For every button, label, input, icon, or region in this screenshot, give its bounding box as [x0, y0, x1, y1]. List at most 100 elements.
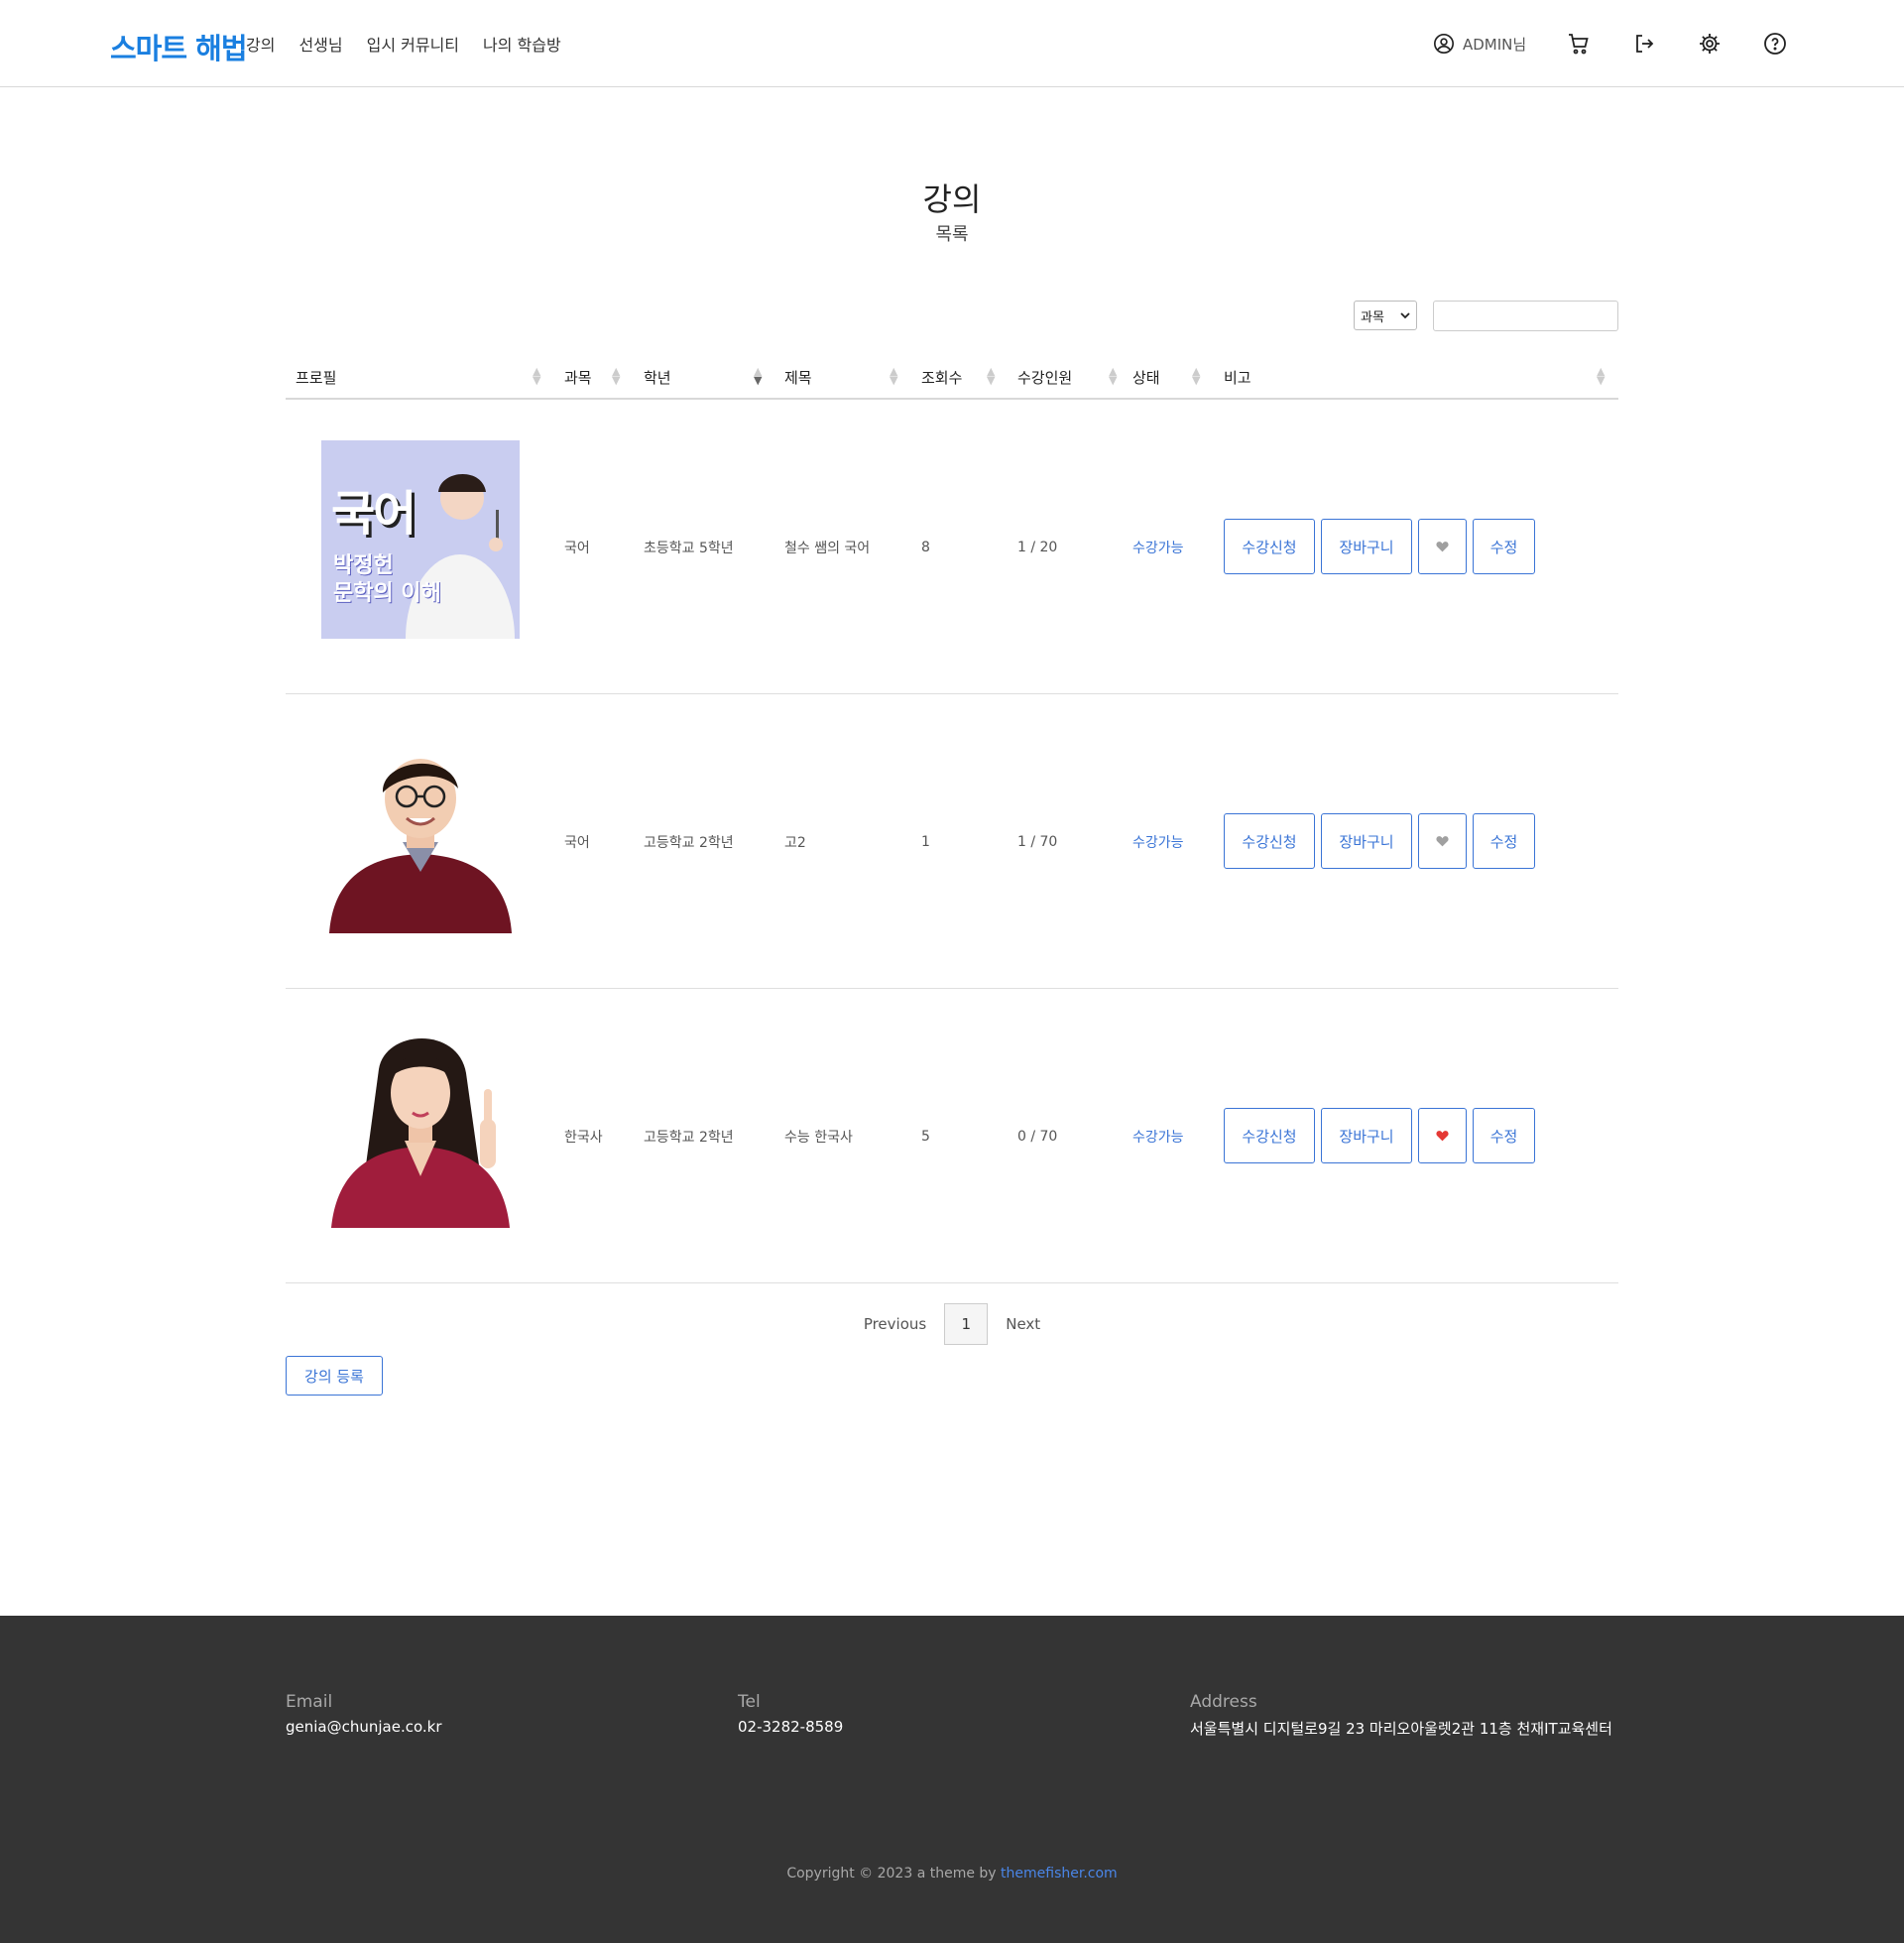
cell-grade: 초등학교 5학년	[644, 540, 734, 556]
previous-page-button[interactable]: Previous	[864, 1315, 926, 1333]
column-header-grade[interactable]: 학년	[644, 367, 671, 388]
add-to-cart-button[interactable]: 장바구니	[1321, 813, 1412, 869]
cell-title: 고2	[784, 834, 806, 851]
cell-grade: 고등학교 2학년	[644, 1129, 734, 1146]
sort-icon[interactable]: ▲ ▼	[533, 366, 540, 386]
sort-icon[interactable]: ▲ ▼	[1192, 366, 1200, 386]
search-filter-select[interactable]: 과목	[1354, 301, 1417, 330]
search-input[interactable]	[1433, 301, 1618, 331]
themefisher-link[interactable]: themefisher.com	[1001, 1866, 1118, 1882]
footer: Email genia@chunjae.co.kr Tel 02-3282-85…	[0, 1616, 1904, 1943]
settings-button[interactable]	[1697, 31, 1723, 57]
edit-button[interactable]: 수정	[1473, 813, 1535, 869]
page-subtitle: 목록	[935, 224, 969, 245]
sort-icon[interactable]: ▲ ▼	[987, 366, 995, 386]
search-filter-value: 과목	[1361, 309, 1384, 325]
like-button[interactable]	[1418, 813, 1467, 869]
nav-item-my-study[interactable]: 나의 학습방	[483, 32, 561, 56]
page-number-button[interactable]: 1	[944, 1303, 989, 1345]
cart-button[interactable]	[1566, 31, 1592, 57]
thumbnail-subtitle: 문학의 이해	[333, 581, 441, 606]
user-area: ADMIN님	[1433, 0, 1788, 87]
cell-title: 철수 쌤의 국어	[784, 540, 871, 556]
add-to-cart-button[interactable]: 장바구니	[1321, 519, 1412, 574]
nav-item-lectures[interactable]: 강의	[246, 32, 275, 56]
lecture-table: 프로필 ▲ ▼ 과목 ▲ ▼ 학년 ▲ ▼ 제목 ▲ ▼ 조회수 ▲ ▼ 수강인원 ▲ ▼ …	[286, 357, 1618, 1283]
footer-email-value[interactable]: genia@chunjae.co.kr	[286, 1718, 442, 1736]
sort-icon[interactable]: ▲ ▼	[612, 366, 620, 386]
logo[interactable]: 스마트 해법	[110, 26, 247, 67]
user-circle-icon	[1434, 34, 1454, 54]
cell-enrollment: 1 / 70	[1017, 833, 1058, 850]
cell-subject: 국어	[564, 540, 590, 556]
sort-icon[interactable]: ▲ ▼	[890, 366, 897, 386]
cell-subject: 국어	[564, 834, 590, 851]
profile-image: 국어 박정헌 문학의 이해	[321, 440, 520, 639]
cart-icon	[1569, 34, 1589, 55]
heart-icon	[1436, 542, 1449, 552]
page-title: 강의	[922, 181, 982, 218]
column-header-enrollment[interactable]: 수강인원	[1017, 367, 1072, 388]
cell-views: 1	[921, 833, 930, 850]
next-page-button[interactable]: Next	[1006, 1315, 1040, 1333]
nav-item-community[interactable]: 입시 커뮤니티	[367, 32, 459, 56]
footer-tel: Tel 02-3282-8589	[738, 1692, 843, 1736]
pagination: Previous 1 Next	[0, 1303, 1904, 1345]
help-icon	[1764, 33, 1787, 55]
footer-tel-value: 02-3282-8589	[738, 1718, 844, 1736]
copyright-text: Copyright © 2023 a theme by	[786, 1866, 1002, 1882]
column-header-subject[interactable]: 과목	[564, 367, 592, 388]
enroll-button[interactable]: 수강신청	[1224, 1108, 1315, 1163]
sort-icon[interactable]: ▲ ▼	[1109, 366, 1117, 386]
column-header-profile[interactable]: 프로필	[296, 367, 336, 388]
footer-tel-label: Tel	[738, 1692, 761, 1712]
logout-button[interactable]	[1631, 31, 1657, 57]
help-button[interactable]	[1762, 31, 1788, 57]
user-name: ADMIN님	[1463, 35, 1527, 54]
profile-image	[321, 1030, 520, 1228]
main-nav: 강의 선생님 입시 커뮤니티 나의 학습방	[246, 0, 561, 87]
cell-status: 수강가능	[1132, 540, 1184, 556]
cell-title: 수능 한국사	[784, 1129, 853, 1146]
cell-status: 수강가능	[1132, 1129, 1184, 1146]
header: 스마트 해법 강의 선생님 입시 커뮤니티 나의 학습방 ADMIN님	[0, 0, 1904, 87]
like-button[interactable]	[1418, 519, 1467, 574]
like-button[interactable]	[1418, 1108, 1467, 1163]
enroll-button[interactable]: 수강신청	[1224, 813, 1315, 869]
edit-button[interactable]: 수정	[1473, 1108, 1535, 1163]
logout-icon	[1636, 35, 1654, 53]
sort-icon[interactable]: ▲ ▼	[754, 366, 762, 386]
thumbnail-title: 국어	[331, 486, 416, 542]
footer-address-label: Address	[1190, 1692, 1257, 1712]
cell-status: 수강가능	[1132, 834, 1184, 851]
table-row: 국어 박정헌 문학의 이해 국어 초등학교 5학년 철수 쌤의 국어 8 1 /…	[286, 400, 1618, 694]
cell-subject: 한국사	[564, 1129, 603, 1146]
table-row: 한국사 고등학교 2학년 수능 한국사 5 0 / 70 수강가능 수강신청 장…	[286, 989, 1618, 1283]
table-header: 프로필 ▲ ▼ 과목 ▲ ▼ 학년 ▲ ▼ 제목 ▲ ▼ 조회수 ▲ ▼ 수강인원 ▲ ▼ …	[286, 357, 1618, 400]
chevron-down-icon	[1400, 312, 1410, 319]
copyright: Copyright © 2023 a theme by themefisher.…	[0, 1866, 1904, 1882]
user-profile-link[interactable]: ADMIN님	[1433, 33, 1526, 55]
column-header-status[interactable]: 상태	[1132, 367, 1160, 388]
cell-grade: 고등학교 2학년	[644, 834, 734, 851]
cell-views: 8	[921, 539, 930, 555]
sort-icon[interactable]: ▲ ▼	[1597, 366, 1605, 386]
footer-address: Address 서울특별시 디지털로9길 23 마리오아울렛2관 11층 천재I…	[1190, 1692, 1612, 1739]
table-row: 국어 고등학교 2학년 고2 1 1 / 70 수강가능 수강신청 장바구니 수…	[286, 694, 1618, 989]
footer-email: Email genia@chunjae.co.kr	[286, 1692, 442, 1736]
add-to-cart-button[interactable]: 장바구니	[1321, 1108, 1412, 1163]
footer-address-value: 서울특별시 디지털로9길 23 마리오아울렛2관 11층 천재IT교육센터	[1190, 1720, 1612, 1738]
nav-item-teachers[interactable]: 선생님	[298, 32, 342, 56]
edit-button[interactable]: 수정	[1473, 519, 1535, 574]
enroll-button[interactable]: 수강신청	[1224, 519, 1315, 574]
gear-icon	[1700, 34, 1721, 54]
profile-image	[321, 735, 520, 933]
column-header-note[interactable]: 비고	[1224, 367, 1251, 388]
column-header-views[interactable]: 조회수	[921, 367, 962, 388]
column-header-title[interactable]: 제목	[784, 367, 812, 388]
cell-views: 5	[921, 1128, 930, 1145]
heart-icon	[1436, 1131, 1449, 1142]
heart-icon	[1436, 836, 1449, 847]
register-lecture-button[interactable]: 강의 등록	[286, 1356, 383, 1396]
footer-email-label: Email	[286, 1692, 333, 1712]
